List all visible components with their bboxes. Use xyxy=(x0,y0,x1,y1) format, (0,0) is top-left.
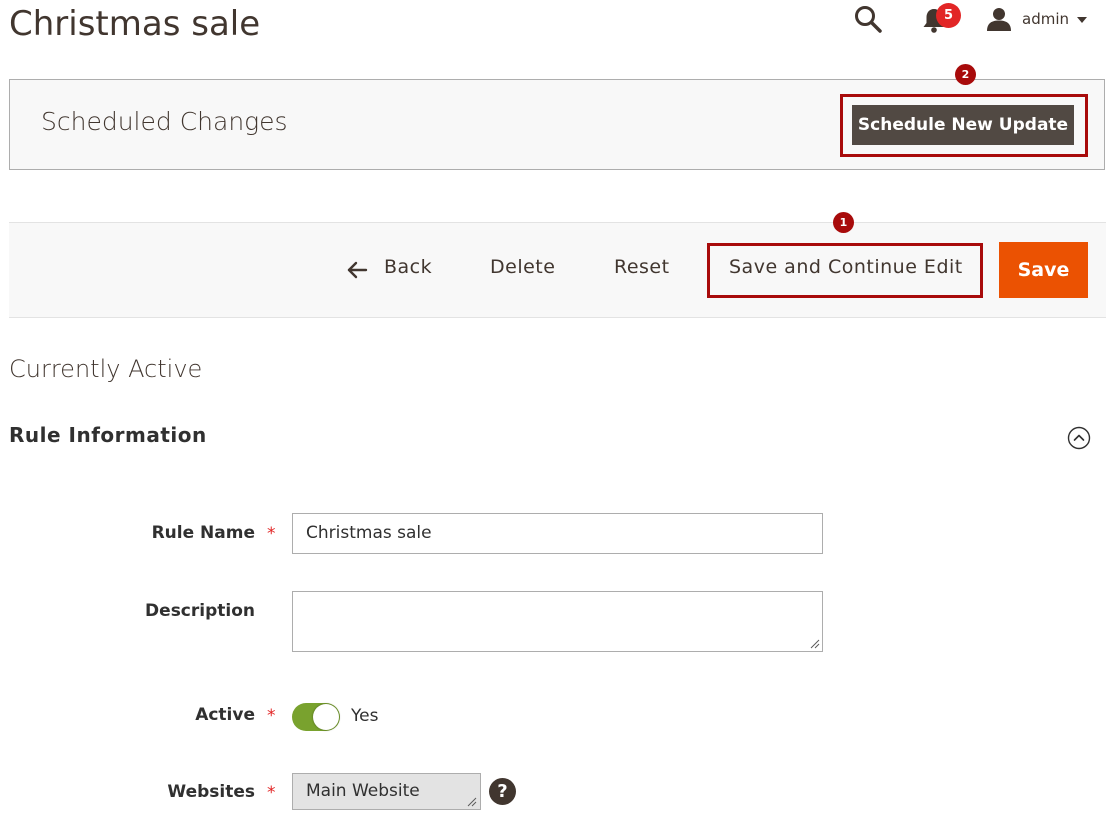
required-marker: * xyxy=(267,706,276,726)
websites-multiselect[interactable]: Main Website xyxy=(292,773,481,810)
rule-name-input[interactable]: Christmas sale xyxy=(292,513,823,554)
currently-active-heading: Currently Active xyxy=(9,355,203,383)
notification-badge[interactable]: 5 xyxy=(936,3,961,28)
help-icon[interactable]: ? xyxy=(489,778,516,805)
back-arrow-icon[interactable] xyxy=(346,259,368,281)
user-menu[interactable]: admin xyxy=(986,4,1087,34)
websites-label: Websites xyxy=(167,782,255,802)
rule-name-label: Rule Name xyxy=(151,523,255,543)
chevron-down-icon xyxy=(1077,17,1087,23)
required-marker: * xyxy=(267,783,276,803)
search-icon[interactable] xyxy=(853,4,883,34)
description-label: Description xyxy=(145,601,255,621)
callout-number-1: 1 xyxy=(833,212,854,233)
scheduled-changes-title: Scheduled Changes xyxy=(41,107,288,136)
resize-handle-icon[interactable] xyxy=(810,639,820,649)
rule-information-heading[interactable]: Rule Information xyxy=(9,423,207,447)
reset-button[interactable]: Reset xyxy=(614,256,670,278)
required-marker: * xyxy=(267,524,276,544)
active-toggle[interactable] xyxy=(292,703,340,731)
callout-number-2: 2 xyxy=(955,64,976,85)
user-name: admin xyxy=(1022,10,1069,28)
page-title: Christmas sale xyxy=(9,4,261,44)
save-and-continue-button[interactable]: Save and Continue Edit xyxy=(729,256,963,278)
collapse-icon[interactable] xyxy=(1067,426,1091,450)
description-textarea[interactable] xyxy=(292,591,823,652)
toggle-knob xyxy=(313,704,339,730)
active-toggle-value: Yes xyxy=(351,706,379,726)
save-button[interactable]: Save xyxy=(999,242,1088,298)
back-button[interactable]: Back xyxy=(384,256,432,278)
schedule-new-update-button[interactable]: Schedule New Update xyxy=(852,105,1074,145)
active-label: Active xyxy=(195,705,255,725)
user-icon xyxy=(987,8,1011,31)
delete-button[interactable]: Delete xyxy=(490,256,555,278)
resize-handle-icon[interactable] xyxy=(467,797,477,807)
